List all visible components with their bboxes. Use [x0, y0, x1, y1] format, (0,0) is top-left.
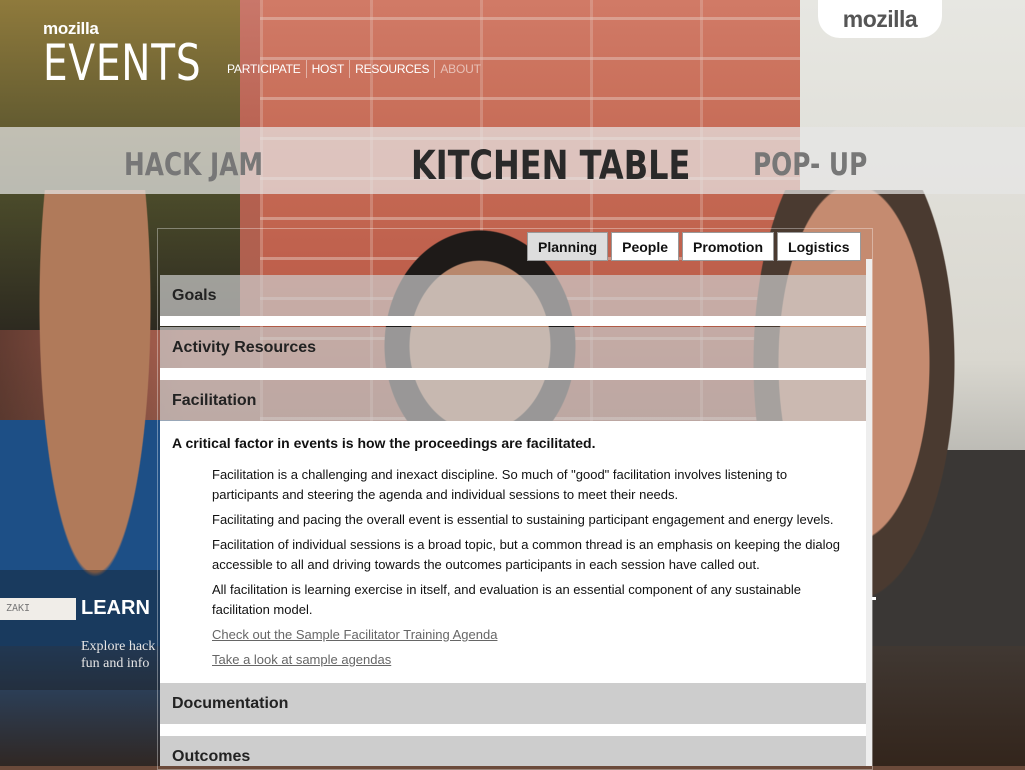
- event-type-pop-up[interactable]: POP- UP: [753, 147, 867, 183]
- tab-people[interactable]: People: [611, 232, 680, 261]
- nav-participate[interactable]: PARTICIPATE: [222, 60, 306, 78]
- learn-teaser-line-2: fun and info: [81, 656, 150, 671]
- facilitation-content: A critical factor in events is how the p…: [160, 421, 866, 683]
- main-nav: PARTICIPATE HOST RESOURCES ABOUT: [222, 60, 486, 78]
- section-outcomes[interactable]: Outcomes: [160, 736, 866, 766]
- learn-teaser-title: LEARN: [81, 597, 150, 619]
- section-activity-resources[interactable]: Activity Resources: [160, 327, 866, 368]
- nav-resources[interactable]: RESOURCES: [349, 60, 434, 78]
- link-facilitator-training-agenda[interactable]: Check out the Sample Facilitator Trainin…: [212, 625, 852, 645]
- tab-planning[interactable]: Planning: [527, 232, 609, 261]
- section-divider: [160, 724, 866, 736]
- event-type-hack-jam[interactable]: HACK JAM: [124, 147, 263, 183]
- logo-events-text: EVENTS: [43, 34, 202, 92]
- name-tag: ZAKI: [0, 598, 76, 620]
- tab-logistics[interactable]: Logistics: [777, 232, 861, 261]
- facilitation-lead: A critical factor in events is how the p…: [172, 435, 596, 451]
- facilitation-paragraph: Facilitation is a challenging and inexac…: [212, 467, 788, 502]
- learn-teaser-bg: [0, 570, 160, 690]
- event-type-kitchen-table[interactable]: KITCHEN TABLE: [411, 143, 690, 189]
- section-divider: [160, 316, 866, 326]
- category-tabs: Planning People Promotion Logistics: [527, 232, 861, 261]
- facilitation-paragraph: Facilitation of individual sessions is a…: [212, 537, 840, 572]
- tab-promotion[interactable]: Promotion: [682, 232, 775, 261]
- section-divider: [160, 368, 866, 380]
- mozilla-tab-link[interactable]: mozilla: [818, 0, 942, 38]
- facilitation-list: Facilitation is a challenging and inexac…: [212, 465, 852, 675]
- nav-about[interactable]: ABOUT: [434, 60, 485, 78]
- section-goals[interactable]: Goals: [160, 275, 866, 316]
- events-logo[interactable]: mozilla EVENTS: [43, 20, 246, 92]
- nav-host[interactable]: HOST: [305, 60, 350, 78]
- panel-scrollbar[interactable]: [866, 259, 872, 766]
- section-documentation[interactable]: Documentation: [160, 683, 866, 724]
- facilitation-paragraph: Facilitating and pacing the overall even…: [212, 512, 834, 527]
- learn-teaser-line-1: Explore hack: [81, 639, 156, 654]
- planning-accordion: Goals Activity Resources Facilitation A …: [160, 259, 872, 766]
- learn-teaser-text: Explore hack fun and info: [81, 638, 159, 672]
- link-sample-agendas[interactable]: Take a look at sample agendas: [212, 650, 852, 670]
- facilitation-paragraph: All facilitation is learning exercise in…: [212, 582, 801, 617]
- section-facilitation[interactable]: Facilitation: [160, 380, 866, 421]
